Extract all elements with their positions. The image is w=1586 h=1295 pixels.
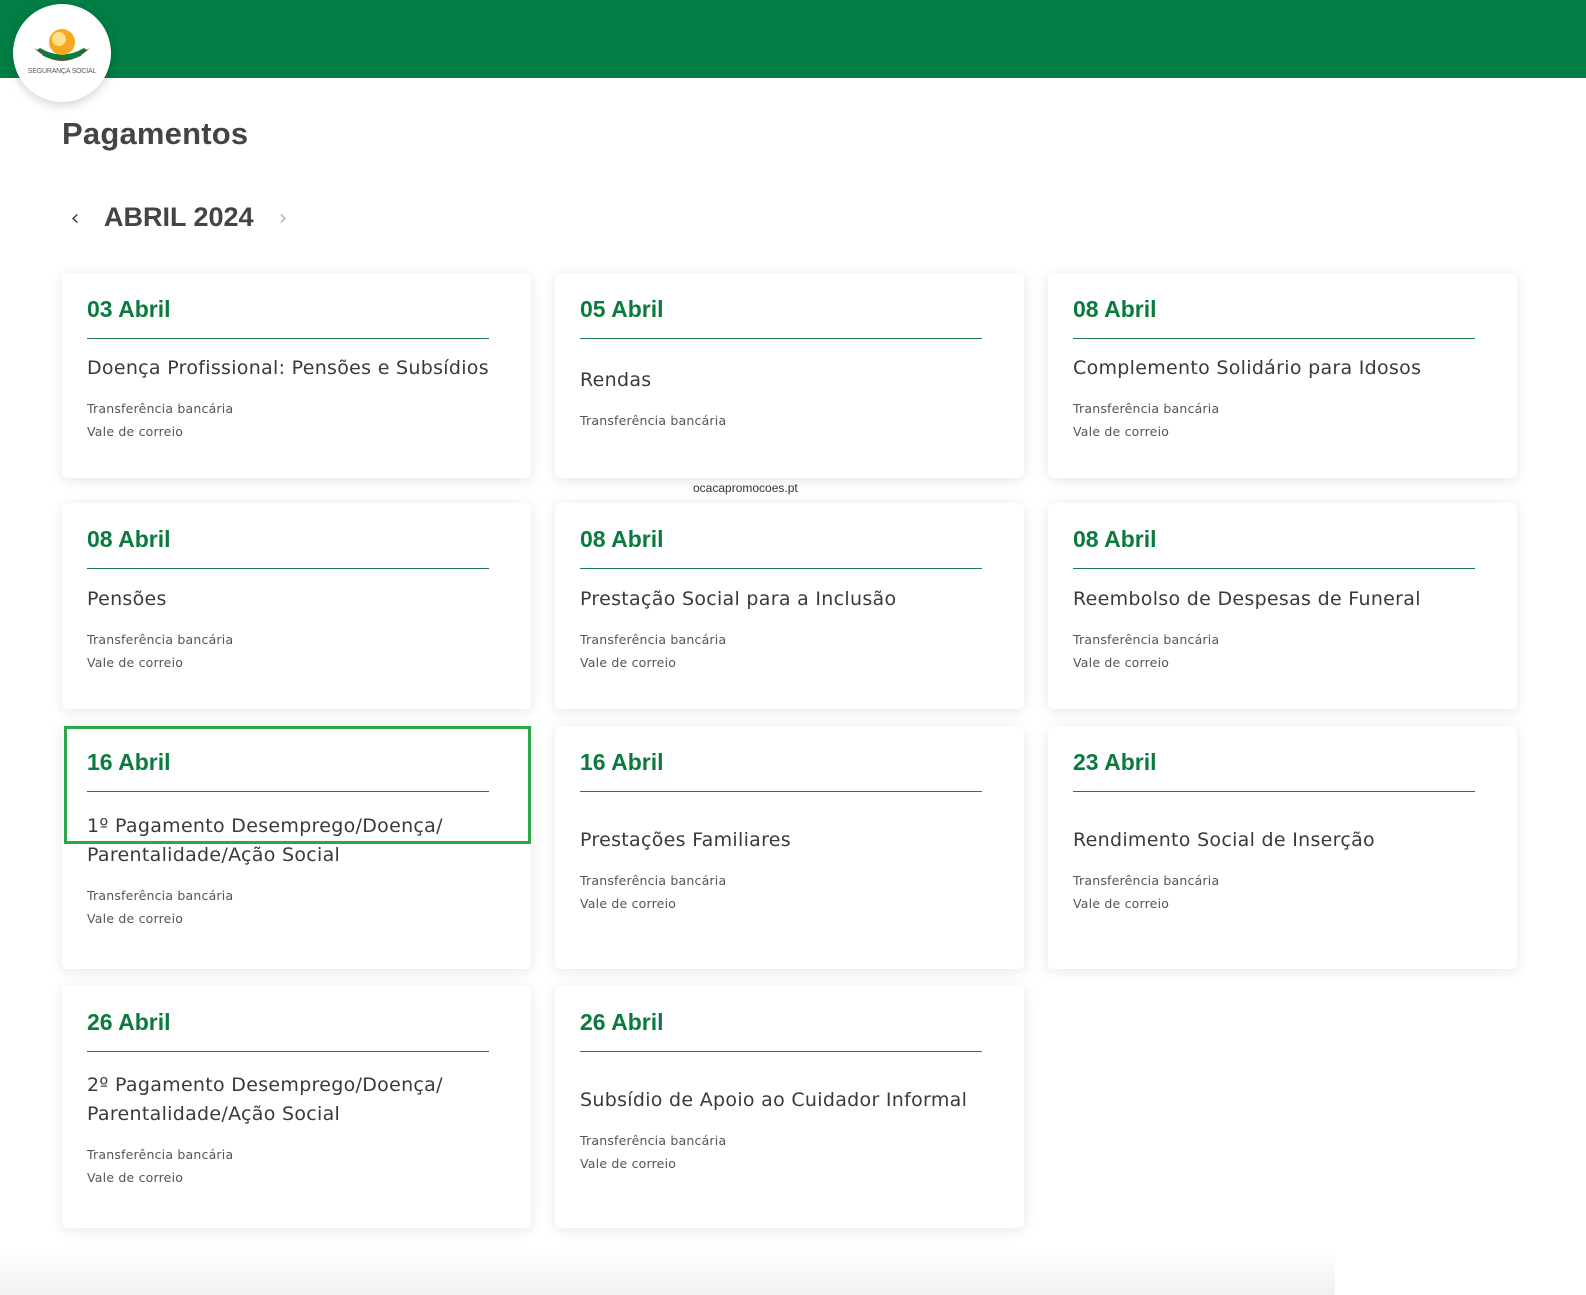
payment-card[interactable]: 16 Abril Prestações Familiares Transferênc… xyxy=(555,726,1024,969)
card-body: Complemento Solidário para Idosos Transfe… xyxy=(1073,339,1492,458)
card-date: 16 Abril xyxy=(580,748,982,792)
payment-method: Transferência bancária xyxy=(580,631,727,647)
card-date: 08 Abril xyxy=(580,525,982,569)
card-date: 23 Abril xyxy=(1073,748,1475,792)
payment-method: Vale de correio xyxy=(87,654,184,670)
chevron-right-icon[interactable]: › xyxy=(270,206,296,232)
page: SEGURANÇA SOCIAL Pagamentos ‹ ABRIL 2024… xyxy=(0,0,1586,1295)
payment-methods: Transferência bancária Vale de correio xyxy=(580,869,999,915)
logo-text: SEGURANÇA SOCIAL xyxy=(27,68,97,75)
card-title: Rendas xyxy=(580,368,652,391)
payment-methods: Transferência bancária Vale de correio xyxy=(87,1143,506,1189)
card-body: Rendimento Social de Inserção Transferênc… xyxy=(1073,792,1492,949)
payment-method: Vale de correio xyxy=(87,1170,184,1185)
payment-methods: Transferência bancária Vale de correio xyxy=(580,1129,999,1175)
payment-method: Transferência bancária xyxy=(1073,401,1220,416)
card-title: Complemento Solidário para Idosos xyxy=(1073,357,1422,379)
card-title: 2º Pagamento Desemprego/Doença/ Parental… xyxy=(87,1074,443,1125)
card-body: 2º Pagamento Desemprego/Doença/ Parental… xyxy=(87,1052,506,1208)
payment-method: Transferência bancária xyxy=(87,631,234,647)
payment-methods: Transferência bancária Vale de correio xyxy=(1073,628,1492,674)
card-body: Subsídio de Apoio ao Cuidador Informal Tr… xyxy=(580,1052,999,1208)
card-body: Prestações Familiares Transferência bancá… xyxy=(580,792,999,949)
month-label: ABRIL 2024 xyxy=(104,202,254,232)
top-header-bar xyxy=(0,0,1586,78)
payments-grid: 03 Abril Doença Profissional: Pensões e S… xyxy=(62,273,1518,1228)
card-title: Prestações Familiares xyxy=(580,829,791,851)
card-title: Reembolso de Despesas de Funeral xyxy=(1073,587,1421,610)
payment-methods: Transferência bancária Vale de correio xyxy=(580,628,999,674)
payment-methods: Transferência bancária Vale de correio xyxy=(1073,869,1492,915)
payment-card[interactable]: 08 Abril Reembolso de Despesas de Funeral… xyxy=(1048,503,1517,709)
payment-method: Transferência bancária xyxy=(1073,631,1220,647)
payment-method: Transferência bancária xyxy=(87,887,234,903)
payment-card[interactable]: 08 Abril Complemento Solidário para Idoso… xyxy=(1048,273,1517,478)
payment-card[interactable]: 08 Abril Pensões Transferência bancária Val… xyxy=(62,503,531,709)
payment-card[interactable]: 08 Abril Prestação Social para a Inclusão… xyxy=(555,503,1024,709)
payment-method: Vale de correio xyxy=(580,896,677,911)
payment-method: Vale de correio xyxy=(580,1155,677,1171)
payment-card[interactable]: 26 Abril 2º Pagamento Desemprego/Doença/ … xyxy=(62,986,531,1228)
card-date: 08 Abril xyxy=(1073,525,1475,569)
payment-method: Transferência bancária xyxy=(580,1132,727,1148)
page-title: Pagamentos xyxy=(62,116,249,151)
card-body: Reembolso de Despesas de Funeral Transfer… xyxy=(1073,569,1492,689)
seguranca-social-logo[interactable]: SEGURANÇA SOCIAL xyxy=(13,4,111,102)
card-date: 26 Abril xyxy=(580,1008,982,1052)
card-title: 1º Pagamento Desemprego/Doença/ Parental… xyxy=(87,814,443,866)
chevron-left-icon[interactable]: ‹ xyxy=(62,206,88,232)
card-date: 08 Abril xyxy=(87,525,489,569)
card-title: Subsídio de Apoio ao Cuidador Informal xyxy=(580,1088,968,1111)
card-date: 16 Abril xyxy=(87,748,489,792)
payment-methods: Transferência bancária xyxy=(580,409,999,432)
sun-logo-icon xyxy=(34,29,90,61)
card-body: Rendas Transferência bancária xyxy=(580,339,999,458)
card-title: Prestação Social para a Inclusão xyxy=(580,587,897,610)
payment-method: Vale de correio xyxy=(1073,654,1170,670)
payment-method: Vale de correio xyxy=(1073,424,1170,439)
payment-methods: Transferência bancária Vale de correio xyxy=(87,397,506,443)
card-date: 08 Abril xyxy=(1073,295,1475,339)
payment-method: Transferência bancária xyxy=(87,401,234,416)
payment-method: Vale de correio xyxy=(87,910,184,926)
payment-methods: Transferência bancária Vale de correio xyxy=(1073,397,1492,443)
card-title: Rendimento Social de Inserção xyxy=(1073,829,1375,851)
card-date: 26 Abril xyxy=(87,1008,489,1052)
payment-methods: Transferência bancária Vale de correio xyxy=(87,884,506,930)
payment-method: Transferência bancária xyxy=(1073,873,1220,888)
card-date: 03 Abril xyxy=(87,295,489,339)
payment-card[interactable]: 03 Abril Doença Profissional: Pensões e S… xyxy=(62,273,531,478)
payment-card[interactable]: 26 Abril Subsídio de Apoio ao Cuidador In… xyxy=(555,986,1024,1228)
card-body: Doença Profissional: Pensões e Subsídios… xyxy=(87,339,506,458)
bottom-shade xyxy=(0,1250,1335,1295)
watermark-text: ocacapromocoes.pt xyxy=(693,481,798,495)
card-title: Pensões xyxy=(87,587,167,610)
payment-method: Vale de correio xyxy=(1073,896,1170,911)
payment-method: Vale de correio xyxy=(87,424,184,439)
payment-card[interactable]: 16 Abril 1º Pagamento Desemprego/Doença/ … xyxy=(62,726,531,969)
payment-card[interactable]: 05 Abril Rendas Transferência bancária xyxy=(555,273,1024,478)
payment-method: Vale de correio xyxy=(580,654,677,670)
payment-card[interactable]: 23 Abril Rendimento Social de Inserção Tra… xyxy=(1048,726,1517,969)
card-date: 05 Abril xyxy=(580,295,982,339)
payment-methods: Transferência bancária Vale de correio xyxy=(87,628,506,674)
card-body: Prestação Social para a Inclusão Transfer… xyxy=(580,569,999,689)
payment-method: Transferência bancária xyxy=(580,873,727,888)
payment-method: Transferência bancária xyxy=(87,1147,234,1162)
payment-method: Transferência bancária xyxy=(580,412,727,428)
card-body: Pensões Transferência bancária Vale de cor… xyxy=(87,569,506,689)
card-title: Doença Profissional: Pensões e Subsídios xyxy=(87,357,489,379)
card-body: 1º Pagamento Desemprego/Doença/ Parental… xyxy=(87,792,506,949)
